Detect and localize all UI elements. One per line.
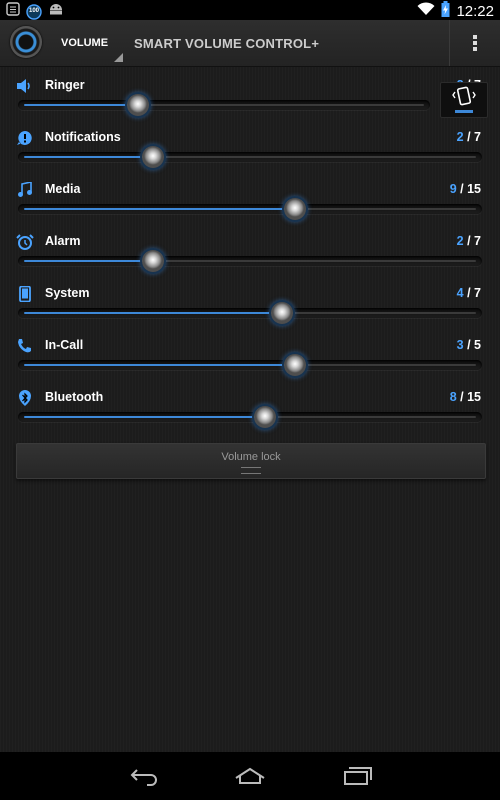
notification-icon [6,2,20,21]
volume-row-bluetooth: Bluetooth 8 / 15 [0,386,500,438]
slider-thumb[interactable] [127,94,149,116]
volume-slider[interactable] [18,302,482,324]
volume-label: Ringer [45,78,85,92]
volume-row-alarm: Alarm 2 / 7 [0,230,500,282]
volume-lock-label: Volume lock [221,451,281,463]
back-button[interactable] [124,762,164,790]
volume-row-in-call: In-Call 3 / 5 [0,334,500,386]
slider-thumb[interactable] [271,302,293,324]
volume-current: 2 [456,130,464,144]
volume-max: 15 [467,390,481,404]
drag-handle-icon [241,467,261,474]
slider-thumb[interactable] [142,146,164,168]
slider-track-rest [138,104,424,106]
volume-label: Media [45,182,81,196]
volume-row-media: Media 9 / 15 [0,178,500,230]
recents-button[interactable] [337,762,377,790]
status-time: 12:22 [456,2,494,20]
slider-fill [24,156,153,158]
vibrate-icon [452,86,476,106]
volume-label: Bluetooth [45,390,104,404]
volume-current: 2 [456,234,464,248]
wifi-icon [417,2,435,21]
music-note-icon [16,181,34,198]
battery-saver-icon: 100 [26,3,42,20]
action-bar: VOLUME SMART VOLUME CONTROL+ [0,20,500,67]
slider-fill [24,208,295,210]
volume-label: Alarm [45,234,81,248]
bluetooth-icon [16,390,34,406]
volume-max: 15 [467,182,481,196]
volume-label: System [45,286,90,300]
slider-fill [24,364,295,366]
volume-slider[interactable] [18,94,430,116]
volume-value: 9 / 15 [449,182,481,196]
volume-max: 7 [474,234,481,248]
volume-max: 7 [474,130,481,144]
volume-value: 2 / 7 [456,130,481,144]
volume-label: In-Call [45,338,84,352]
back-icon [130,769,157,786]
volume-slider[interactable] [18,250,482,272]
volume-row-ringer: Ringer2 / 7 [0,74,500,126]
slider-thumb[interactable] [284,198,306,220]
slider-fill [24,104,138,106]
battery-charging-icon [441,1,450,22]
slider-thumb[interactable] [254,406,276,428]
volume-current: 9 [449,182,457,196]
slider-fill [24,312,282,314]
phone-call-icon [16,338,34,354]
slider-track-rest [295,364,476,366]
navigation-bar [0,752,500,800]
volume-lock-button[interactable]: Volume lock [16,443,486,479]
status-bar: 100 12:22 [0,0,500,20]
ringer-mode-indicator [455,110,473,113]
section-spinner[interactable]: VOLUME [61,37,108,49]
volume-slider[interactable] [18,198,482,220]
slider-track-rest [295,208,476,210]
volume-row-notifications: Notifications 2 / 7 [0,126,500,178]
home-button[interactable] [230,762,270,790]
ringer-mode-button[interactable] [440,82,488,118]
volume-current: 4 [456,286,464,300]
app-logo-icon[interactable] [10,26,42,58]
volume-current: 3 [456,338,464,352]
volume-slider[interactable] [18,146,482,168]
volume-slider[interactable] [18,354,482,376]
app-title: SMART VOLUME CONTROL+ [134,36,320,51]
slider-fill [24,260,153,262]
spinner-arrow-icon[interactable] [114,53,123,62]
slider-thumb[interactable] [142,250,164,272]
slider-track-rest [153,156,476,158]
slider-track-rest [282,312,476,314]
volume-slider[interactable] [18,406,482,428]
volume-value: 3 / 5 [456,338,481,352]
phone-device-icon [16,285,34,303]
volume-value: 4 / 7 [456,286,481,300]
recents-icon [344,767,372,785]
alarm-clock-icon [16,234,34,250]
volume-current: 8 [449,390,457,404]
volume-label: Notifications [45,130,121,144]
overflow-menu-button[interactable] [449,20,500,66]
alert-icon [16,130,34,146]
volume-row-system: System 4 / 7 [0,282,500,334]
volume-value: 8 / 15 [449,390,481,404]
volume-max: 5 [474,338,481,352]
slider-fill [24,416,265,418]
slider-thumb[interactable] [284,354,306,376]
volume-value: 2 / 7 [456,234,481,248]
overflow-menu-icon [473,35,477,51]
android-icon [48,2,64,21]
slider-track-rest [153,260,476,262]
slider-track-rest [265,416,476,418]
volume-max: 7 [474,286,481,300]
speaker-icon [16,78,34,94]
home-icon [235,767,265,784]
